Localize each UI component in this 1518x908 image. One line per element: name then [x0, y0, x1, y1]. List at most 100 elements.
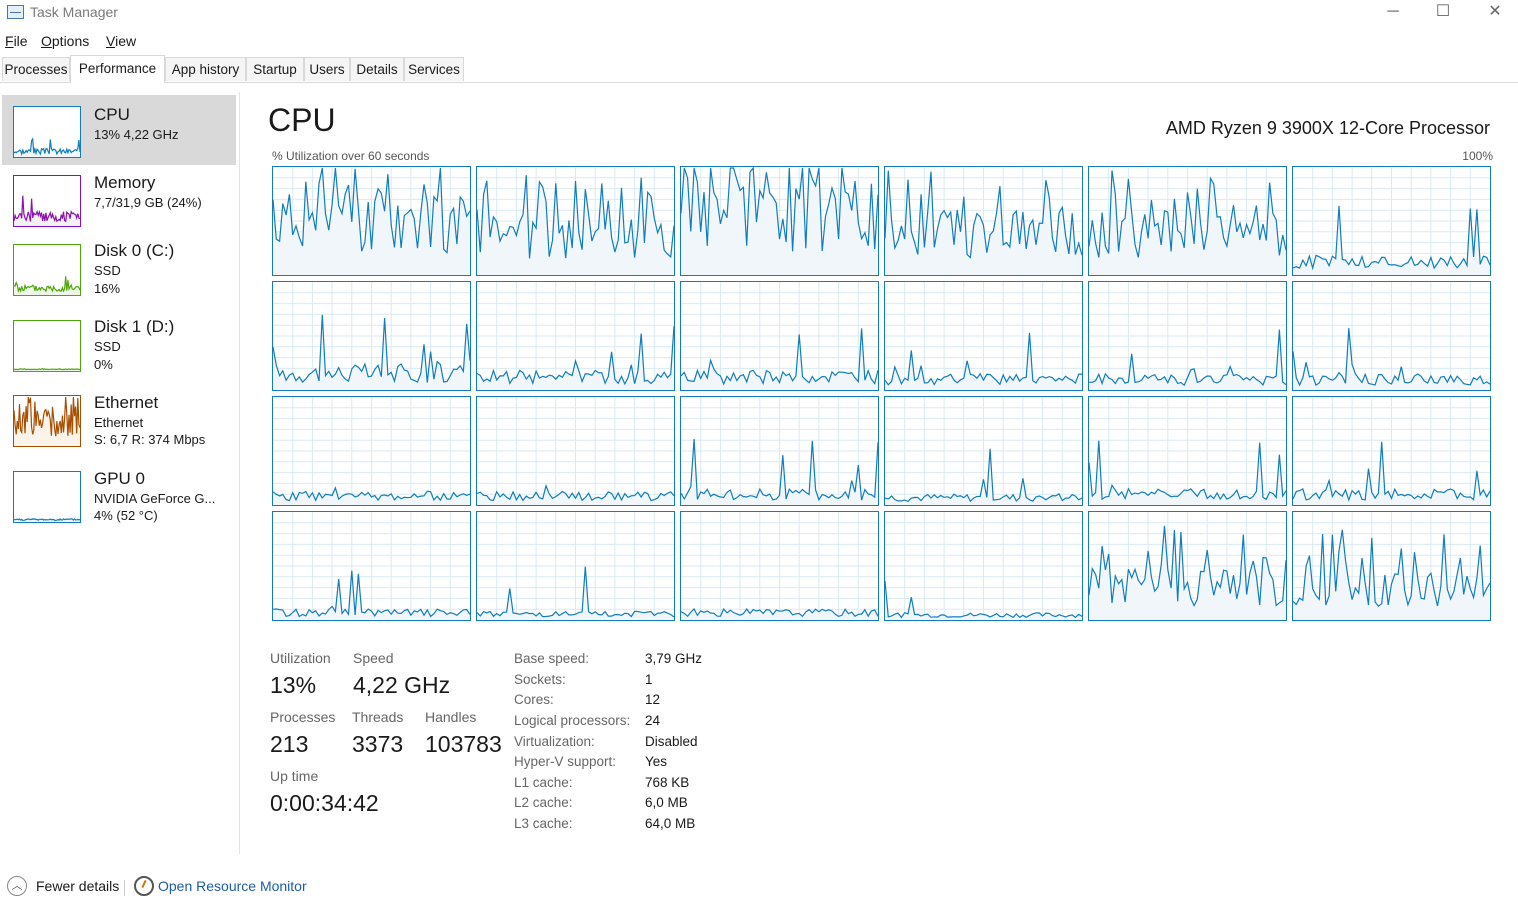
task-manager-icon [7, 5, 24, 19]
logical-processors-value: 24 [645, 713, 661, 728]
logical-processor-trace [272, 512, 471, 620]
chevron-up-icon[interactable]: ︿ [7, 876, 27, 896]
maximize-button[interactable]: ☐ [1420, 0, 1466, 26]
uptime-label: Up time [270, 768, 319, 784]
logical-processor-trace [1292, 397, 1491, 505]
uptime-value: 0:00:34:42 [270, 790, 379, 816]
resource-sidebar: CPU 13% 4,22 GHz Memory 7,7/31,9 GB (24%… [0, 92, 238, 862]
utilization-label: Utilization [270, 650, 331, 666]
cores-value: 12 [645, 692, 661, 707]
disk-graph-icon-trace [14, 276, 80, 295]
logical-processor-graph [680, 511, 879, 621]
sidebar-item-label: Disk 1 (D:) [94, 317, 175, 336]
l1-cache-label: L1 cache: [514, 775, 573, 790]
cores-label: Cores: [514, 692, 554, 707]
base-speed-label: Base speed: [514, 651, 590, 666]
sidebar-item-disk-0[interactable]: Disk 0 (C:) SSD 16% [2, 238, 236, 308]
logical-processor-trace [1088, 397, 1287, 505]
logical-processor-trace [1292, 512, 1491, 620]
sidebar-item-detail: Ethernet [94, 415, 144, 430]
virtualization-value: Disabled [645, 734, 698, 749]
sidebar-item-detail: 4% (52 °C) [94, 508, 158, 523]
l3-cache-label: L3 cache: [514, 816, 573, 831]
footer-divider [124, 880, 125, 896]
menu-view[interactable]: View [106, 33, 136, 49]
speed-value: 4,22 GHz [353, 672, 451, 698]
graph-max-label: 100% [1462, 149, 1493, 163]
logical-processor-trace [272, 397, 471, 505]
minimize-button[interactable]: ─ [1370, 0, 1416, 26]
logical-processor-graph [884, 511, 1083, 621]
tab-users[interactable]: Users [304, 57, 350, 81]
sockets-value: 1 [645, 672, 653, 687]
tab-app-history[interactable]: App history [165, 57, 246, 81]
sidebar-item-label: GPU 0 [94, 469, 146, 488]
ethernet-graph-icon-trace [14, 396, 80, 446]
sidebar-item-disk-1[interactable]: Disk 1 (D:) SSD 0% [2, 314, 236, 384]
menu-file[interactable]: File [5, 33, 28, 49]
title-bar: Task Manager ─ ☐ ✕ [0, 0, 1518, 26]
gpu-graph-icon [13, 471, 81, 523]
logical-processor-trace [272, 167, 471, 275]
tab-details[interactable]: Details [350, 57, 404, 81]
sidebar-item-label: Ethernet [94, 393, 159, 412]
logical-processor-trace [884, 282, 1082, 390]
logical-processor-trace [884, 167, 1083, 275]
cpu-graph-icon-trace [14, 137, 80, 157]
resource-monitor-icon[interactable] [134, 876, 154, 896]
logical-processor-trace [1088, 512, 1287, 620]
sidebar-item-detail: S: 6,7 R: 374 Mbps [94, 432, 206, 447]
sidebar-item-label: CPU [94, 105, 130, 124]
logical-processor-graph [680, 396, 879, 506]
logical-processor-graph [884, 166, 1083, 276]
logical-processor-graph [272, 166, 471, 276]
logical-processors-label: Logical processors: [514, 713, 631, 728]
logical-processor-graphs [272, 166, 1493, 621]
base-speed-value: 3,79 GHz [645, 651, 703, 666]
tab-startup[interactable]: Startup [246, 57, 304, 81]
tab-performance[interactable]: Performance [70, 55, 165, 83]
fewer-details-link[interactable]: Fewer details [36, 878, 119, 894]
window-title: Task Manager [30, 4, 118, 20]
open-resource-monitor-link[interactable]: Open Resource Monitor [158, 878, 307, 894]
logical-processor-trace [884, 397, 1083, 505]
tab-processes[interactable]: Processes [2, 57, 70, 81]
sidebar-item-ethernet[interactable]: Ethernet Ethernet S: 6,7 R: 374 Mbps [2, 390, 236, 460]
l1-cache-value: 768 KB [645, 775, 690, 790]
disk-graph-icon-trace [14, 367, 80, 371]
menu-options[interactable]: Options [41, 33, 89, 49]
logical-processor-trace [476, 282, 675, 390]
sidebar-item-memory[interactable]: Memory 7,7/31,9 GB (24%) [2, 168, 236, 238]
sidebar-item-detail: SSD [94, 263, 121, 278]
disk-graph-icon [13, 320, 81, 372]
memory-graph-icon [13, 175, 81, 227]
logical-processor-trace [680, 397, 879, 505]
logical-processor-graph [272, 396, 471, 506]
logical-processor-trace [476, 167, 675, 275]
logical-processor-graph [476, 511, 675, 621]
threads-label: Threads [352, 709, 404, 725]
close-button[interactable]: ✕ [1472, 0, 1518, 26]
cpu-graph-icon [13, 106, 81, 158]
logical-processor-trace [476, 512, 675, 620]
logical-processor-graph [1088, 511, 1287, 621]
sidebar-item-label: Disk 0 (C:) [94, 241, 175, 260]
sidebar-item-cpu[interactable]: CPU 13% 4,22 GHz [2, 95, 236, 165]
sockets-label: Sockets: [514, 672, 566, 687]
tab-services[interactable]: Services [404, 57, 464, 81]
logical-processor-graph [272, 281, 471, 391]
ethernet-graph-icon [13, 395, 81, 447]
sidebar-item-label: Memory [94, 173, 156, 192]
sidebar-item-gpu-0[interactable]: GPU 0 NVIDIA GeForce G... 4% (52 °C) [2, 466, 236, 536]
logical-processor-trace [1292, 282, 1491, 390]
processor-name: AMD Ryzen 9 3900X 12-Core Processor [1165, 118, 1490, 138]
sidebar-item-detail: 16% [94, 281, 121, 296]
logical-processor-graph [884, 396, 1083, 506]
speed-label: Speed [353, 650, 394, 666]
logical-processor-graph [884, 281, 1083, 391]
tab-bar: Processes Performance App history Startu… [0, 55, 1518, 83]
logical-processor-graph [1088, 166, 1287, 276]
hyper-v-value: Yes [645, 754, 668, 769]
logical-processor-trace [1088, 282, 1287, 390]
logical-processor-trace [1088, 167, 1287, 275]
